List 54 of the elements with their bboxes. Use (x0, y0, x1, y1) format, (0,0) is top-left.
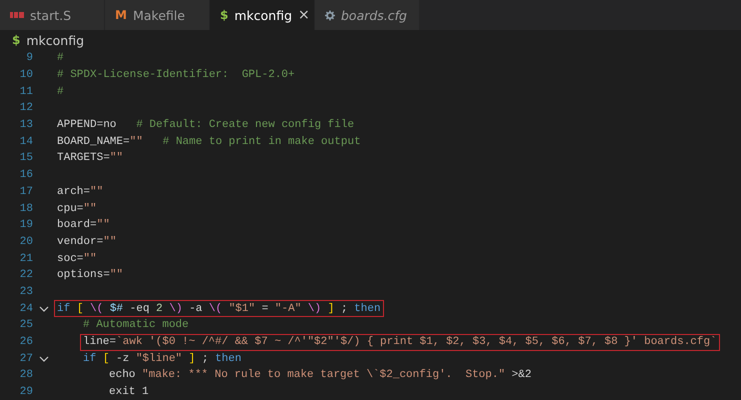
code-line: soc="" (56, 252, 98, 267)
editor-tab[interactable]: M Makefile (105, 0, 210, 30)
line-number: 19 (18, 219, 33, 232)
close-icon[interactable]: × (298, 7, 310, 23)
editor-tab[interactable]: boards.cfg (315, 0, 420, 30)
line-number: 16 (18, 169, 33, 182)
line-number: 20 (18, 236, 33, 248)
line-number: 28 (18, 369, 33, 382)
code-line: # (56, 84, 65, 100)
code-line: # SPDX-License-Identifier: GPL-2.0+ (56, 68, 296, 84)
chevron-down-icon[interactable] (38, 356, 48, 362)
code-line: board="" (56, 218, 111, 234)
line-number: 26 (18, 336, 33, 348)
code-line: options="" (56, 268, 124, 284)
line-number: 25 (18, 319, 33, 332)
code-line: arch="" (56, 184, 104, 200)
line-number: 9 (25, 52, 33, 64)
editor-tab[interactable]: $ mkconfig × (210, 0, 315, 30)
code-line: # (56, 51, 65, 66)
code-line: # Automatic mode (82, 318, 190, 334)
line-number: 12 (18, 102, 33, 114)
code-line: exit 1 (108, 385, 150, 400)
code-line: TARGETS="" (56, 151, 124, 166)
file-type-icon: $ (220, 8, 228, 22)
tab-label: mkconfig (234, 8, 292, 22)
line-number: 22 (18, 269, 33, 282)
line-number: 11 (18, 86, 33, 98)
line-number: 13 (18, 119, 33, 132)
tab-label: boards.cfg (340, 8, 407, 22)
code-line: echo "make: *** No rule to make target \`$2_config'. Stop." >&2 (108, 368, 532, 384)
gear-icon (325, 8, 335, 22)
file-type-icon: $ (12, 33, 20, 47)
line-number: 14 (18, 136, 33, 148)
breadcrumb-item[interactable]: mkconfig (26, 32, 84, 48)
line-number: 24 (18, 302, 33, 315)
code-line: vendor="" (56, 234, 118, 250)
chevron-down-icon[interactable] (38, 306, 48, 312)
code-line: if [ -z "$line" ] ; then (82, 352, 242, 367)
code-line: cpu="" (56, 202, 98, 217)
line-number: 10 (18, 69, 33, 82)
code-line: APPEND=no # Default: Create new config file (56, 118, 356, 134)
line-number: 29 (18, 386, 33, 398)
line-number: 18 (18, 202, 33, 215)
line-number: 17 (18, 186, 33, 198)
editor-tab[interactable]: start.S (0, 0, 105, 30)
code-line: BOARD_NAME="" # Name to print in make output (56, 134, 362, 150)
file-type-icon: M (115, 8, 127, 22)
tab-label: Makefile (132, 8, 185, 22)
line-number: 21 (18, 252, 33, 265)
line-number: 23 (18, 286, 33, 298)
line-number: 15 (18, 152, 33, 164)
assembly-file-icon (10, 11, 24, 19)
tab-label: start.S (30, 8, 72, 22)
line-number: 27 (18, 352, 33, 365)
